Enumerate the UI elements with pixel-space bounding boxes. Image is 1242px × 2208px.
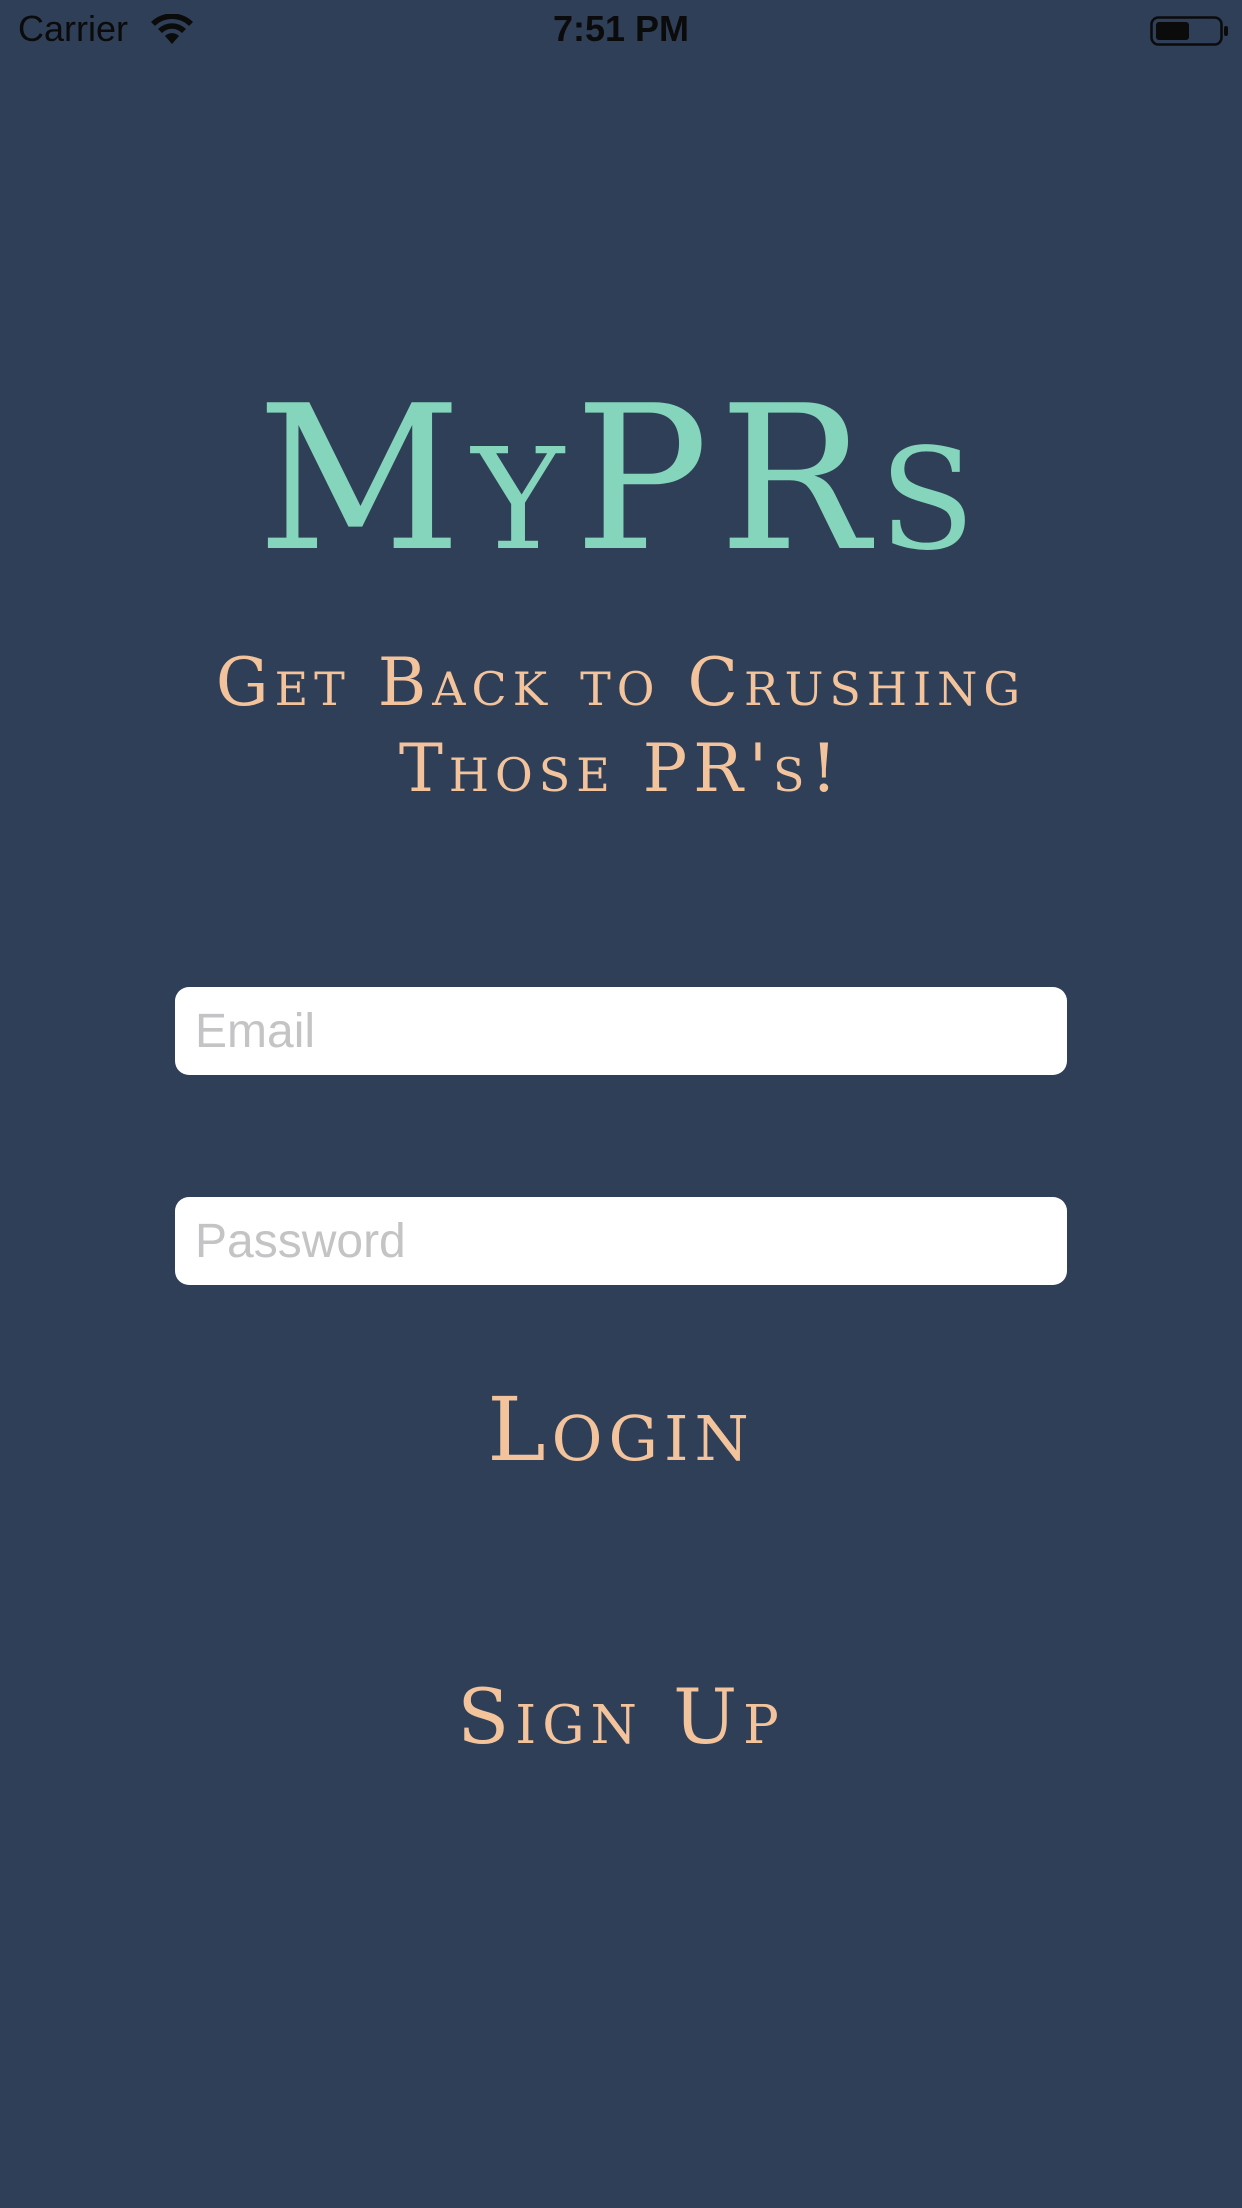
login-button[interactable]: Login: [0, 1380, 1242, 1480]
app-title: MyPRs: [256, 363, 986, 596]
clock: 7:51 PM: [552, 8, 690, 49]
tagline: Get Back to Crushing Those PR's!: [215, 644, 1027, 807]
email-field[interactable]: [175, 987, 1067, 1075]
sign-up-button[interactable]: Sign Up: [0, 1672, 1242, 1762]
password-field[interactable]: [175, 1197, 1067, 1285]
battery-icon: [1150, 16, 1228, 46]
status-bar: Carrier 7:51 PM: [0, 0, 1242, 60]
